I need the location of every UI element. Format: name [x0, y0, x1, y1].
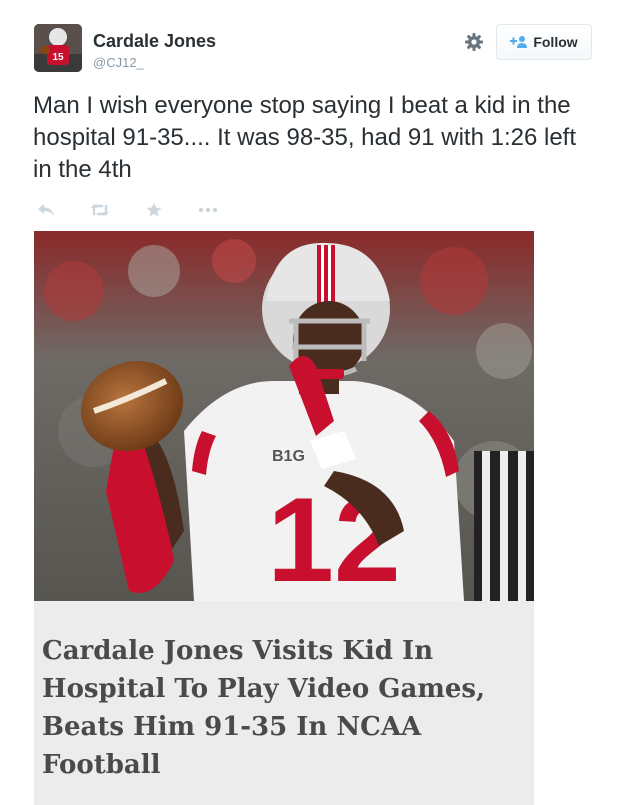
add-user-icon [510, 36, 528, 48]
favorite-icon[interactable] [144, 200, 164, 220]
tweet-actions [36, 200, 252, 220]
more-icon[interactable] [198, 200, 218, 220]
follow-label: Follow [533, 34, 578, 50]
follow-button[interactable]: Follow [496, 24, 592, 60]
retweet-icon[interactable] [90, 200, 110, 220]
gear-icon[interactable] [462, 30, 486, 54]
svg-text:15: 15 [52, 52, 64, 63]
photo-caption: Cardale Jones Visits Kid In Hospital To … [42, 636, 486, 780]
author-name[interactable]: Cardale Jones [93, 31, 216, 52]
author-handle[interactable]: @CJ12_ [93, 55, 144, 70]
tweet-photo[interactable]: 12 B1G [34, 231, 534, 601]
tweet-text: Man I wish everyone stop saying I beat a… [33, 92, 576, 183]
reply-icon[interactable] [36, 200, 56, 220]
conference-logo: B1G [272, 448, 305, 465]
avatar[interactable]: 15 [34, 24, 82, 72]
